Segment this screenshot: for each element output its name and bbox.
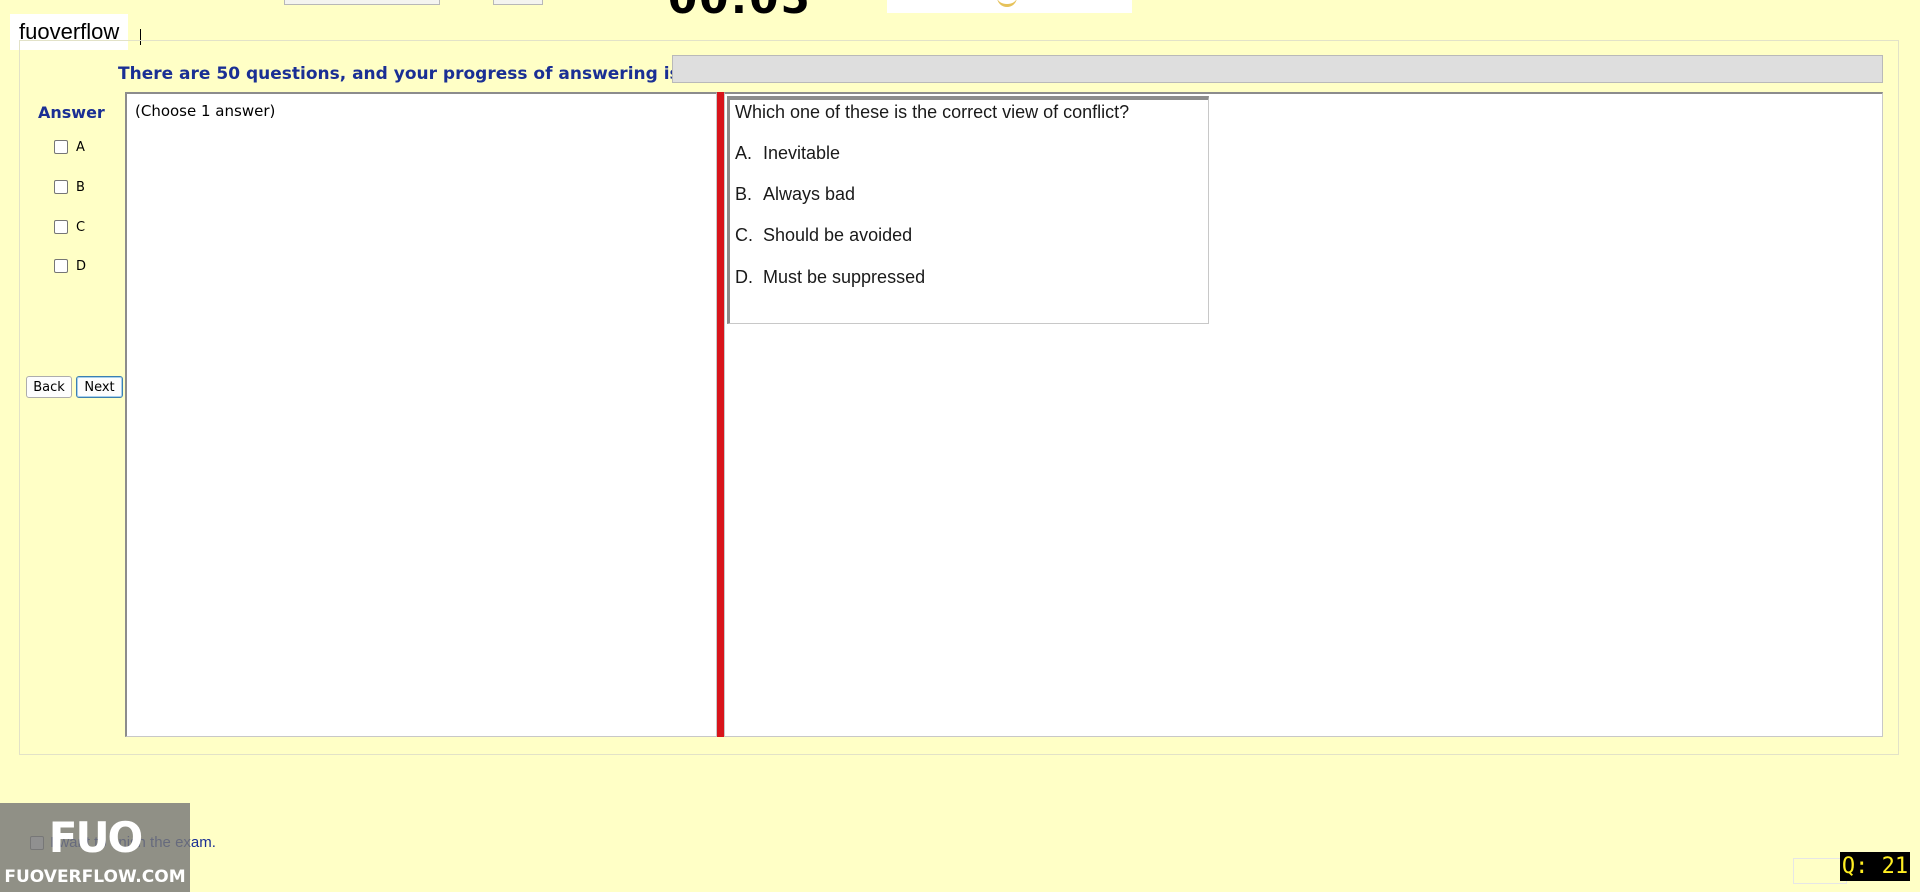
- banner-graphic: [997, 0, 1017, 7]
- checkbox-b[interactable]: [54, 180, 68, 194]
- question-option-d: D. Must be suppressed: [735, 267, 926, 287]
- question-option-c: C. Should be avoided: [735, 225, 913, 245]
- answer-option-label: B: [76, 179, 85, 195]
- answer-panel: (Choose 1 answer): [125, 92, 717, 737]
- answer-option-b[interactable]: B: [54, 178, 85, 196]
- answer-option-c[interactable]: C: [54, 218, 85, 236]
- watermark-sub: FUOVERFLOW.COM: [4, 867, 186, 887]
- next-button[interactable]: Next: [76, 376, 123, 398]
- progress-label: There are 50 questions, and your progres…: [118, 64, 680, 84]
- question-box: Which one of these is the correct view o…: [727, 96, 1209, 324]
- watermark-logo: FUO FUOVERFLOW.COM: [0, 803, 190, 892]
- checkbox-c[interactable]: [54, 220, 68, 234]
- answer-option-d[interactable]: D: [54, 257, 86, 275]
- choose-instruction: (Choose 1 answer): [135, 102, 276, 120]
- question-text: Which one of these is the correct view o…: [735, 102, 1130, 122]
- top-dropdown[interactable]: [284, 0, 440, 5]
- exam-timer: 00:05: [668, 0, 812, 23]
- question-panel: Which one of these is the correct view o…: [724, 92, 1883, 737]
- question-counter: Q: 21: [1840, 852, 1910, 881]
- top-banner: [887, 0, 1132, 13]
- progress-bar: [672, 55, 1883, 83]
- back-button[interactable]: Back: [26, 376, 72, 398]
- checkbox-d[interactable]: [54, 259, 68, 273]
- watermark-main: FUO: [48, 813, 144, 862]
- top-font-size-box[interactable]: [493, 0, 543, 5]
- answer-option-a[interactable]: A: [54, 138, 85, 156]
- answer-option-label: C: [76, 219, 86, 235]
- answer-title: Answer: [38, 103, 105, 122]
- answer-option-label: D: [76, 258, 87, 274]
- answer-option-label: A: [76, 139, 85, 155]
- question-option-b: B. Always bad: [735, 184, 856, 204]
- counter-backdrop: [1793, 858, 1847, 884]
- question-option-a: A. Inevitable: [735, 143, 841, 163]
- panel-splitter[interactable]: [717, 92, 724, 737]
- checkbox-a[interactable]: [54, 140, 68, 154]
